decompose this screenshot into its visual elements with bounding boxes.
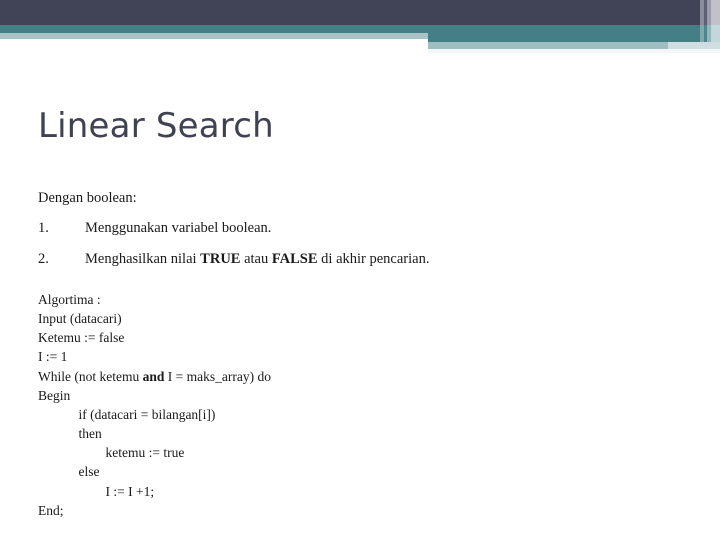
algorithm-line: then	[38, 426, 102, 442]
header-band-lightblue-left	[0, 33, 428, 39]
algorithm-line: Algortima :	[38, 292, 101, 307]
algorithm-line: ketemu := true	[38, 445, 185, 461]
slide-body: Dengan boolean: 1. Menggunakan variabel …	[38, 188, 688, 279]
emphasis-true: TRUE	[200, 250, 241, 267]
intro-text: Dengan boolean:	[38, 190, 137, 206]
header-band-notch	[428, 33, 429, 42]
slide-header-decoration	[0, 0, 720, 60]
list-item: 2. Menghasilkan nilai TRUE atau FALSE di…	[38, 249, 688, 271]
algorithm-line: I := 1	[38, 349, 68, 365]
algorithm-line: if (datacari = bilangan[i])	[38, 406, 216, 422]
header-accent-bar-8	[711, 25, 720, 42]
algorithm-line: I := I +1;	[38, 483, 155, 499]
algorithm-line: End;	[38, 502, 64, 518]
keyword-and: and	[142, 368, 165, 384]
header-band-navy	[0, 0, 720, 25]
algorithm-line: Begin	[38, 387, 71, 403]
numbered-list: 1. Menggunakan variabel boolean. 2. Meng…	[38, 218, 688, 271]
list-item-marker: 1.	[38, 219, 49, 236]
list-item-text: Menghasilkan nilai TRUE atau FALSE di ak…	[85, 250, 430, 267]
emphasis-false: FALSE	[271, 250, 318, 267]
header-band-pale-right	[428, 49, 720, 53]
header-band-lightblue-right	[428, 42, 668, 49]
algorithm-line: While (not ketemu and I = maks_array) do	[38, 368, 271, 384]
list-item: 1. Menggunakan variabel boolean.	[38, 218, 688, 240]
header-band-teal-right	[428, 25, 720, 42]
header-band-lightblue-right-tip	[668, 42, 720, 49]
list-item-text: Menggunakan variabel boolean.	[85, 219, 272, 236]
algorithm-block: Algortima : Input (datacari) Ketemu := fal…	[38, 290, 271, 520]
header-accent-bar-4	[711, 0, 720, 25]
algorithm-line: Input (datacari)	[38, 311, 122, 327]
header-band-teal-left	[0, 25, 428, 33]
slide-title: Linear Search	[38, 106, 274, 146]
algorithm-line: else	[38, 464, 100, 480]
list-item-marker: 2.	[38, 250, 49, 267]
algorithm-line: Ketemu := false	[38, 330, 125, 346]
